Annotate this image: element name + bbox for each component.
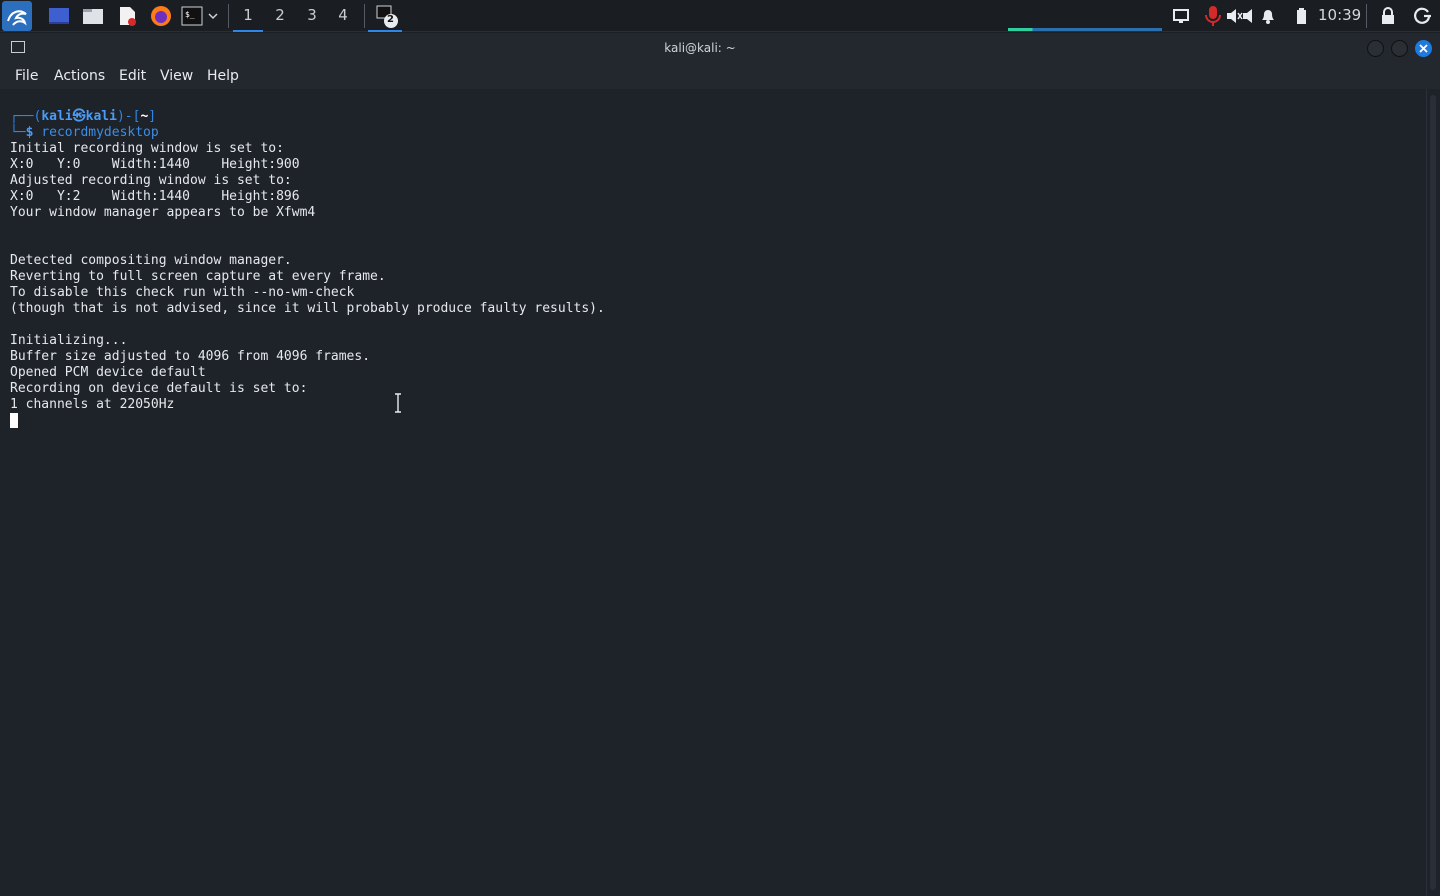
minimize-button[interactable] <box>1367 40 1384 57</box>
lock-screen-icon[interactable] <box>1378 6 1398 26</box>
output-line: Buffer size adjusted to 4096 from 4096 f… <box>10 349 371 364</box>
display-icon[interactable] <box>1171 6 1191 26</box>
menu-view[interactable]: View <box>160 63 193 89</box>
panel-separator <box>228 4 229 28</box>
prompt-line-2: └─$ recordmydesktop <box>10 125 159 140</box>
file-manager-icon[interactable] <box>81 4 105 28</box>
svg-text:$_: $_ <box>185 10 195 19</box>
desktop-icon[interactable] <box>47 4 71 28</box>
output-line: Your window manager appears to be Xfwm4 <box>10 205 316 220</box>
menu-bar: File Actions Edit View Help <box>0 63 1440 89</box>
vertical-scrollbar[interactable] <box>1426 89 1440 896</box>
output-line: X:0 Y:2 Width:1440 Height:896 <box>10 189 300 204</box>
firefox-icon[interactable] <box>149 4 173 28</box>
kali-menu-icon[interactable] <box>2 1 32 31</box>
clock[interactable]: 10:39 <box>1318 0 1361 32</box>
panel-separator <box>364 4 365 28</box>
terminal-icon[interactable]: $_ <box>180 4 204 28</box>
chevron-down-icon[interactable] <box>206 4 220 28</box>
output-line: Recording on device default is set to: <box>10 381 308 396</box>
terminal-window: kali@kali: ~ File Actions Edit View Help… <box>0 33 1440 896</box>
task-count-badge: 2 <box>387 14 394 25</box>
workspace-1[interactable]: 1 <box>233 0 263 32</box>
output-line: To disable this check run with --no-wm-c… <box>10 285 355 300</box>
network-graph <box>1008 28 1162 31</box>
prompt-host: kali <box>85 109 117 124</box>
output-line: Opened PCM device default <box>10 365 206 380</box>
workspace-4[interactable]: 4 <box>328 0 358 32</box>
terminal-area[interactable]: ┌──(kali㉿kali)-[~] └─$ recordmydesktop I… <box>0 89 1426 896</box>
window-titlebar[interactable]: kali@kali: ~ <box>0 33 1440 63</box>
speaker-icon[interactable] <box>1240 6 1260 26</box>
output-line: (though that is not advised, since it wi… <box>10 301 605 316</box>
close-button[interactable] <box>1415 40 1432 57</box>
window-title: kali@kali: ~ <box>664 41 736 55</box>
power-icon[interactable] <box>1413 6 1433 26</box>
output-line: 1 channels at 22050Hz <box>10 397 175 412</box>
command-text: recordmydesktop <box>41 125 159 140</box>
close-icon <box>1419 44 1428 53</box>
output-line: Initializing... <box>10 333 128 348</box>
top-panel: $_ 1 2 3 4 2 10:39 <box>0 0 1440 32</box>
scrollbar-thumb[interactable] <box>1430 95 1436 890</box>
output-line: Initial recording window is set to: <box>10 141 284 156</box>
menu-actions[interactable]: Actions <box>54 63 105 89</box>
notification-bell-icon[interactable] <box>1258 6 1278 26</box>
panel-separator <box>1366 4 1367 28</box>
prompt-user: kali <box>41 109 73 124</box>
text-editor-icon[interactable] <box>115 4 139 28</box>
microphone-icon[interactable] <box>1203 6 1223 26</box>
workspace-2[interactable]: 2 <box>265 0 295 32</box>
maximize-button[interactable] <box>1391 40 1408 57</box>
menu-edit[interactable]: Edit <box>119 63 146 89</box>
menu-help[interactable]: Help <box>207 63 239 89</box>
output-line: X:0 Y:0 Width:1440 Height:900 <box>10 157 300 172</box>
text-cursor <box>10 413 18 428</box>
ibeam-cursor-icon <box>395 393 401 413</box>
menu-file[interactable]: File <box>15 63 38 89</box>
output-line: Detected compositing window manager. <box>10 253 292 268</box>
workspace-3[interactable]: 3 <box>297 0 327 32</box>
taskbar-terminal-button[interactable]: 2 <box>368 0 402 32</box>
output-line: Reverting to full screen capture at ever… <box>10 269 386 284</box>
output-line: Adjusted recording window is set to: <box>10 173 292 188</box>
battery-icon[interactable] <box>1291 6 1311 26</box>
prompt-line-1: ┌──(kali㉿kali)-[~] <box>10 109 157 124</box>
